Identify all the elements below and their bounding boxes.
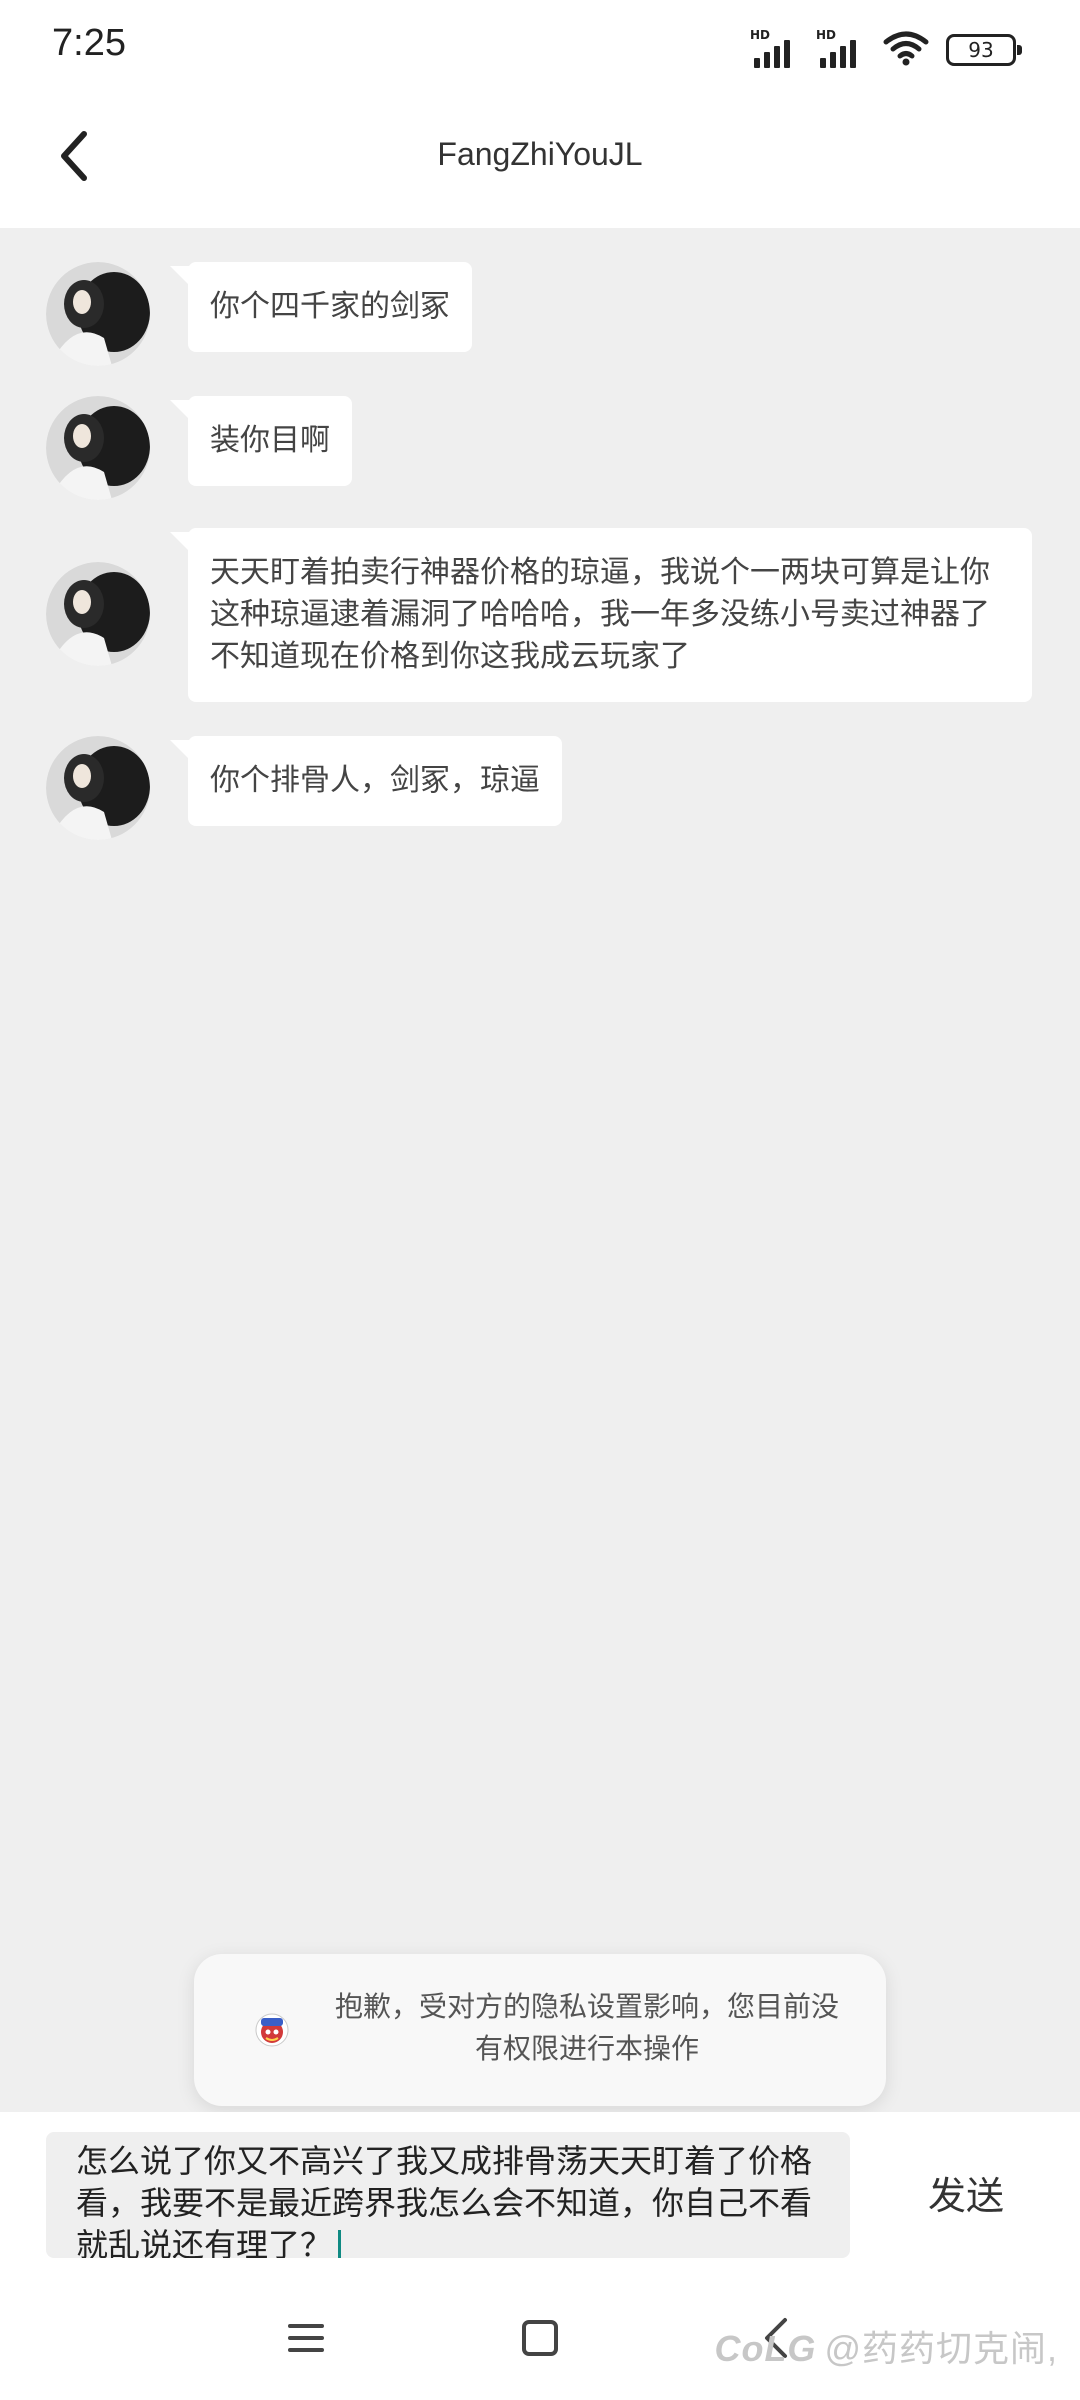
avatar[interactable] xyxy=(46,562,150,666)
watermark: CoLG @药药切克闹, xyxy=(714,2320,1058,2372)
message-input[interactable]: 怎么说了你又不高兴了我又成排骨荡天天盯着了价格看，我要不是最近跨界我怎么会不知道… xyxy=(46,2132,850,2258)
message-bubble[interactable]: 天天盯着拍卖行神器价格的琼逼，我说个一两块可算是让你这种琼逼逮着漏洞了哈哈哈，我… xyxy=(170,528,1032,702)
signal-icon-2: HD xyxy=(816,28,866,68)
wifi-icon xyxy=(883,31,929,66)
page-title: FangZhiYouJL xyxy=(437,136,643,172)
system-nav-bar: CoLG @药药切克闹, xyxy=(0,2272,1080,2400)
avatar[interactable] xyxy=(46,736,150,840)
home-button[interactable] xyxy=(510,2308,570,2368)
battery-icon: 93 xyxy=(946,34,1022,66)
message-row: 天天盯着拍卖行神器价格的琼逼，我说个一两块可算是让你这种琼逼逮着漏洞了哈哈哈，我… xyxy=(46,528,1032,702)
status-bar: 7:25 HD HD 93 xyxy=(0,0,1080,100)
toast-notification: 抱歉，受对方的隐私设置影响，您目前没有权限进行本操作 xyxy=(194,1954,886,2106)
message-text: 你个排骨人，剑冢，琼逼 xyxy=(210,764,540,797)
watermark-text: @药药切克闹, xyxy=(824,2328,1058,2369)
message-text: 装你目啊 xyxy=(210,424,330,457)
avatar[interactable] xyxy=(46,396,150,500)
send-button[interactable]: 发送 xyxy=(900,2162,1032,2232)
text-cursor xyxy=(338,2229,342,2258)
message-bubble[interactable]: 装你目啊 xyxy=(170,396,352,486)
message-row: 你个排骨人，剑冢，琼逼 xyxy=(46,736,562,840)
message-text: 你个四千家的剑冢 xyxy=(210,290,450,323)
message-bubble[interactable]: 你个排骨人，剑冢，琼逼 xyxy=(170,736,562,826)
input-bar: 怎么说了你又不高兴了我又成排骨荡天天盯着了价格看，我要不是最近跨界我怎么会不知道… xyxy=(0,2112,1080,2272)
menu-icon xyxy=(288,2324,324,2352)
app-logo-icon xyxy=(255,2013,289,2047)
message-text: 天天盯着拍卖行神器价格的琼逼，我说个一两块可算是让你这种琼逼逮着漏洞了哈哈哈，我… xyxy=(210,556,990,673)
message-row: 你个四千家的剑冢 xyxy=(46,262,472,366)
avatar[interactable] xyxy=(46,262,150,366)
chat-header: FangZhiYouJL xyxy=(0,100,1080,228)
home-square-icon xyxy=(522,2320,558,2356)
menu-button[interactable] xyxy=(276,2308,336,2368)
status-time: 7:25 xyxy=(52,22,126,64)
watermark-logo: CoLG xyxy=(714,2328,817,2369)
battery-level: 93 xyxy=(968,38,994,62)
signal-icon: HD xyxy=(750,28,800,68)
message-bubble[interactable]: 你个四千家的剑冢 xyxy=(170,262,472,352)
toast-message: 抱歉，受对方的隐私设置影响，您目前没有权限进行本操作 xyxy=(334,1991,839,2064)
message-input-value: 怎么说了你又不高兴了我又成排骨荡天天盯着了价格看，我要不是最近跨界我怎么会不知道… xyxy=(76,2143,813,2258)
message-row: 装你目啊 xyxy=(46,396,352,500)
status-icons: HD HD 93 xyxy=(750,28,1022,68)
